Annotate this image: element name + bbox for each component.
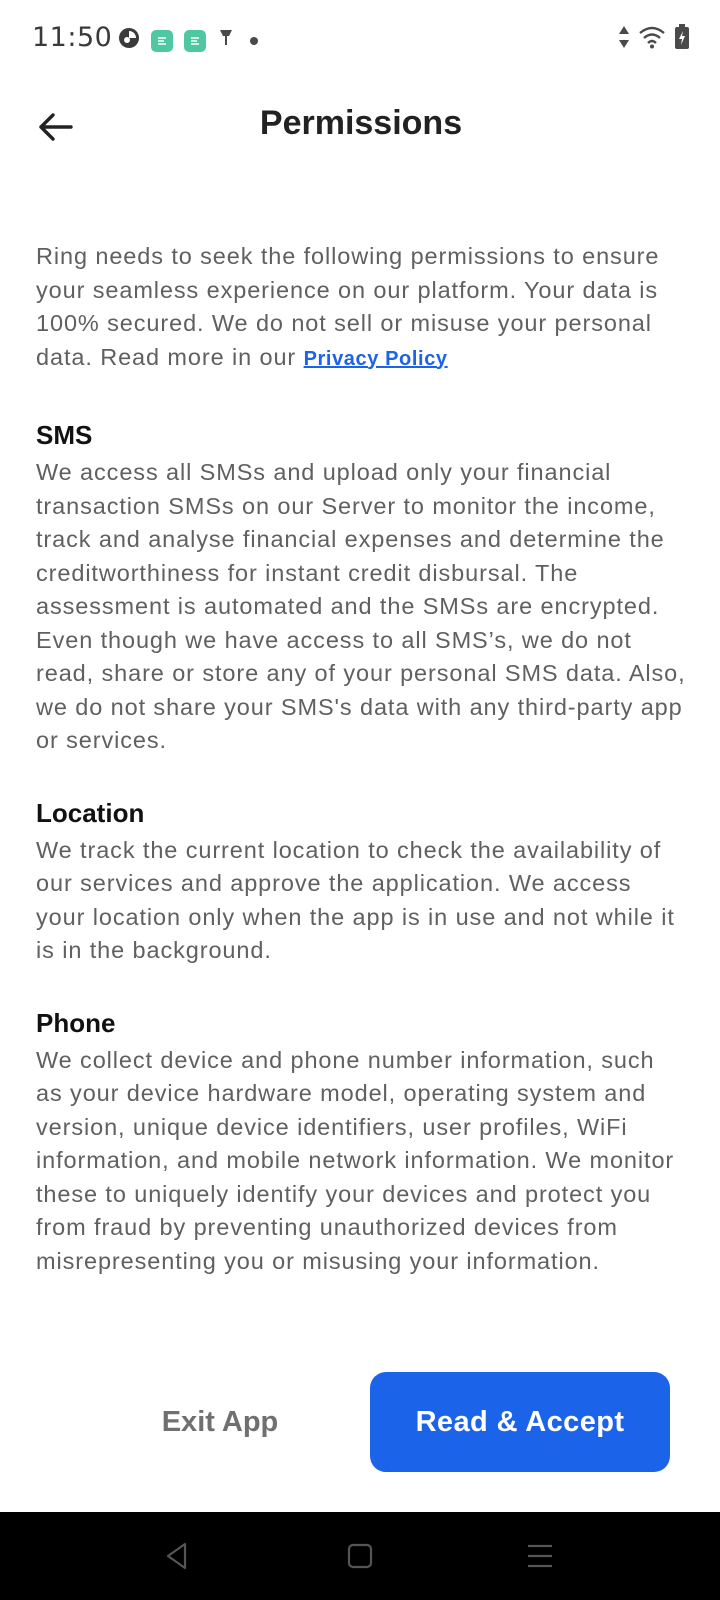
nav-back-icon [166,1542,187,1570]
app-green-square-icon [151,29,173,52]
vpn-key-icon [217,27,235,54]
intro-paragraph: Ring needs to seek the following permiss… [36,240,688,376]
system-nav-bar [0,1512,720,1600]
app-green-square-icon [184,29,206,52]
status-bar: 11:50 [0,0,720,80]
location-section-body: We track the current location to check t… [36,836,675,964]
phone-section-title: Phone [36,1007,116,1038]
action-bar: Exit App Read & Accept [0,1372,720,1472]
notification-dot-icon [250,36,258,45]
permissions-screen: 11:50 Permissions Ring needs to seek the… [0,0,720,1600]
privacy-policy-link[interactable]: Privacy Policy [304,348,448,370]
nav-home-icon [347,1543,373,1569]
read-accept-button[interactable]: Read & Accept [370,1372,670,1472]
location-section-title: Location [36,797,145,828]
nav-back-button[interactable] [155,1534,199,1578]
nav-menu-button[interactable] [518,1534,562,1578]
exit-app-button[interactable]: Exit App [120,1372,320,1472]
nav-home-button[interactable] [338,1534,382,1578]
permissions-content: Ring needs to seek the following permiss… [36,240,688,1278]
status-time: 11:50 [32,22,113,53]
location-section: Location We track the current location t… [36,796,688,968]
page-title-text: Permissions [259,104,463,142]
page-title: Permissions [0,104,720,143]
system-icons [618,24,690,55]
phone-section: Phone We collect device and phone number… [36,1006,688,1279]
notification-icons [118,27,258,54]
phone-section-body: We collect device and phone number infor… [36,1046,675,1274]
data-arrows-icon [618,25,630,54]
battery-charging-icon [674,24,690,55]
wifi-icon [638,25,666,54]
sms-section-body: We access all SMSs and upload only your … [36,459,686,753]
sms-section: SMS We access all SMSs and upload only y… [36,418,688,758]
app-header: Permissions [0,80,720,172]
app-circle-icon [118,27,140,54]
sms-section-title: SMS [36,420,93,450]
nav-menu-icon [528,1544,552,1568]
